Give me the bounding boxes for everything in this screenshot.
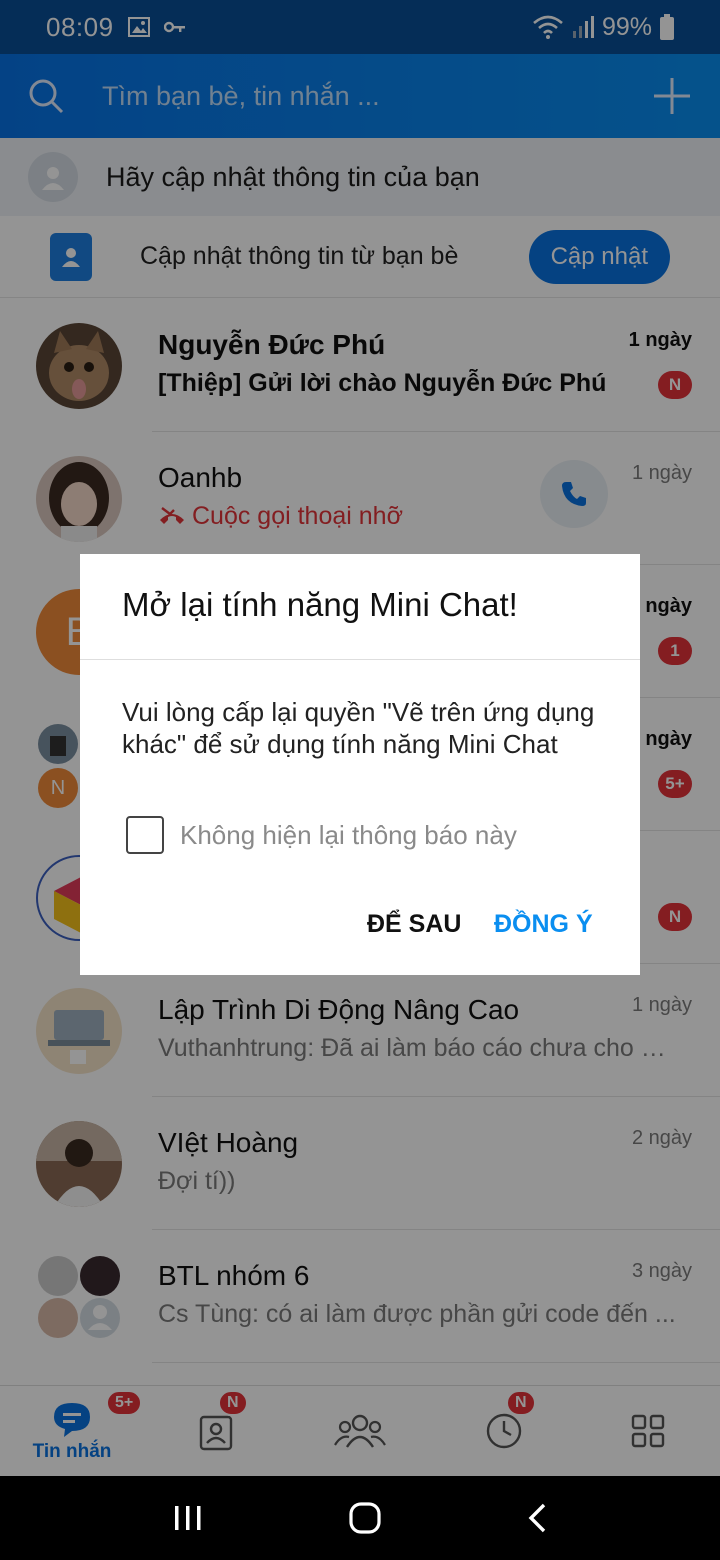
dont-show-again-label: Không hiện lại thông báo này xyxy=(180,819,517,850)
later-button[interactable]: ĐỂ SAU xyxy=(367,910,461,939)
back-icon[interactable] xyxy=(527,1503,547,1533)
agree-button[interactable]: ĐỒNG Ý xyxy=(494,910,593,939)
dialog-message: Vui lòng cấp lại quyền "Vẽ trên ứng dụng… xyxy=(122,697,595,759)
dialog-divider xyxy=(80,659,640,660)
recent-apps-icon[interactable] xyxy=(173,1504,203,1532)
home-icon[interactable] xyxy=(349,1502,381,1534)
system-navigation-bar xyxy=(0,1476,720,1560)
dialog-title: Mở lại tính năng Mini Chat! xyxy=(122,586,518,623)
mini-chat-dialog: Mở lại tính năng Mini Chat! Vui lòng cấp… xyxy=(80,554,640,975)
dont-show-again-checkbox[interactable] xyxy=(126,816,164,854)
dont-show-again-row[interactable]: Không hiện lại thông báo này xyxy=(126,816,517,854)
